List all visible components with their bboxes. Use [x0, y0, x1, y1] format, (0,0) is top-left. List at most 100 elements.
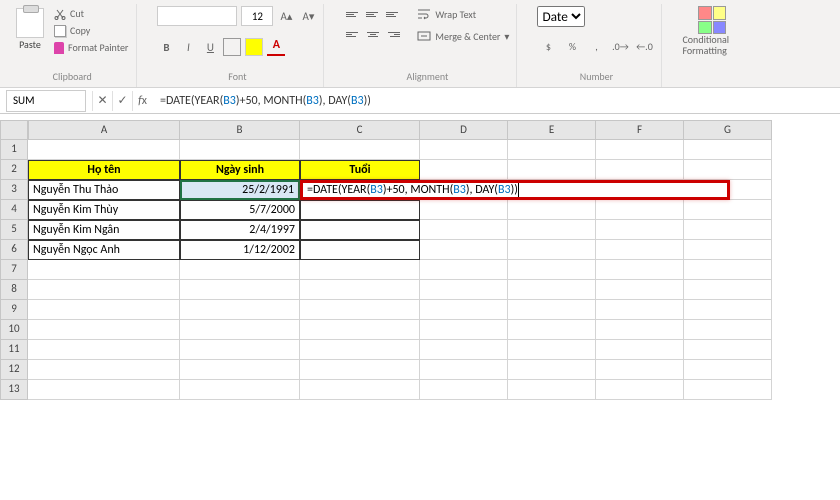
cell-dob[interactable]: 2/4/1997 — [180, 220, 300, 240]
border-button[interactable] — [223, 38, 241, 56]
cell[interactable] — [420, 360, 508, 380]
bold-button[interactable]: B — [157, 38, 175, 56]
select-all-corner[interactable] — [0, 120, 28, 140]
cell[interactable] — [300, 200, 420, 220]
cell[interactable] — [596, 240, 684, 260]
col-header-d[interactable]: D — [420, 120, 508, 140]
cell[interactable] — [508, 160, 596, 180]
cell[interactable] — [180, 320, 300, 340]
cell[interactable] — [596, 260, 684, 280]
cell-b3-selected[interactable]: 25/2/1991 — [180, 180, 300, 200]
cell[interactable] — [420, 240, 508, 260]
cell[interactable] — [684, 280, 772, 300]
name-box[interactable] — [6, 90, 86, 112]
cell[interactable] — [180, 360, 300, 380]
col-header-c[interactable]: C — [300, 120, 420, 140]
align-bottom-button[interactable] — [384, 6, 402, 22]
cell-dob[interactable]: 5/7/2000 — [180, 200, 300, 220]
cell[interactable] — [596, 220, 684, 240]
comma-button[interactable]: , — [585, 37, 607, 57]
currency-button[interactable]: $ — [537, 37, 559, 57]
cell[interactable] — [28, 280, 180, 300]
cell[interactable] — [420, 260, 508, 280]
enter-formula-button[interactable]: ✓ — [112, 91, 132, 111]
cell[interactable] — [420, 340, 508, 360]
cell-name[interactable]: Nguyễn Kim Thùy — [28, 200, 180, 220]
cell[interactable] — [596, 200, 684, 220]
cell[interactable] — [180, 300, 300, 320]
italic-button[interactable]: I — [179, 38, 197, 56]
fx-button[interactable]: fx — [132, 91, 152, 111]
cell[interactable] — [300, 280, 420, 300]
col-header-g[interactable]: G — [684, 120, 772, 140]
row-header[interactable]: 4 — [0, 200, 28, 220]
cell[interactable] — [300, 260, 420, 280]
cell[interactable] — [28, 320, 180, 340]
cell[interactable] — [684, 260, 772, 280]
cell[interactable] — [508, 220, 596, 240]
increase-font-button[interactable]: A▴ — [277, 7, 295, 25]
header-dob[interactable]: Ngày sinh — [180, 160, 300, 180]
number-format-select[interactable]: Date — [537, 6, 585, 27]
cell[interactable] — [180, 260, 300, 280]
col-header-a[interactable]: A — [28, 120, 180, 140]
cell[interactable] — [180, 340, 300, 360]
cell[interactable] — [28, 360, 180, 380]
header-name[interactable]: Họ tên — [28, 160, 180, 180]
cell[interactable] — [300, 360, 420, 380]
row-header[interactable]: 6 — [0, 240, 28, 260]
align-middle-button[interactable] — [364, 6, 382, 22]
cell[interactable] — [684, 360, 772, 380]
font-name-select[interactable] — [157, 6, 237, 26]
cell[interactable] — [420, 380, 508, 400]
cell[interactable] — [420, 140, 508, 160]
cell[interactable] — [596, 280, 684, 300]
cell[interactable] — [180, 140, 300, 160]
cell[interactable] — [508, 380, 596, 400]
cell[interactable] — [28, 140, 180, 160]
row-header[interactable]: 11 — [0, 340, 28, 360]
cell[interactable] — [684, 220, 772, 240]
row-header[interactable]: 13 — [0, 380, 28, 400]
cell-name[interactable]: Nguyễn Thu Thảo — [28, 180, 180, 200]
row-header[interactable]: 5 — [0, 220, 28, 240]
wrap-text-button[interactable]: Wrap Text — [416, 6, 510, 22]
cell[interactable] — [508, 320, 596, 340]
fill-color-button[interactable] — [245, 38, 263, 56]
cell[interactable] — [684, 380, 772, 400]
header-age[interactable]: Tuổi — [300, 160, 420, 180]
cell[interactable] — [420, 300, 508, 320]
decrease-decimal-button[interactable]: ←.0 — [633, 37, 655, 57]
cell-name[interactable]: Nguyễn Kim Ngân — [28, 220, 180, 240]
cell[interactable] — [684, 200, 772, 220]
cell[interactable] — [300, 380, 420, 400]
font-size-select[interactable] — [241, 6, 273, 26]
cell[interactable] — [28, 340, 180, 360]
cell[interactable] — [300, 320, 420, 340]
cell[interactable] — [684, 340, 772, 360]
cell[interactable] — [420, 280, 508, 300]
cell[interactable] — [300, 240, 420, 260]
cell[interactable] — [596, 360, 684, 380]
cell[interactable] — [596, 160, 684, 180]
conditional-formatting-button[interactable]: Conditional Formatting — [682, 6, 742, 56]
cell-editor-overlay[interactable]: =DATE(YEAR(B3)+50, MONTH(B3), DAY(B3)) — [300, 180, 730, 200]
cell[interactable] — [180, 380, 300, 400]
row-header[interactable]: 3 — [0, 180, 28, 200]
percent-button[interactable]: % — [561, 37, 583, 57]
cell[interactable] — [508, 340, 596, 360]
align-center-button[interactable] — [364, 26, 382, 42]
row-header[interactable]: 8 — [0, 280, 28, 300]
formula-input[interactable]: =DATE(YEAR(B3)+50, MONTH(B3), DAY(B3)) — [152, 92, 840, 110]
row-header[interactable]: 2 — [0, 160, 28, 180]
col-header-f[interactable]: F — [596, 120, 684, 140]
cell[interactable] — [420, 200, 508, 220]
cell-dob[interactable]: 1/12/2002 — [180, 240, 300, 260]
cell[interactable] — [180, 280, 300, 300]
copy-button[interactable]: Copy — [52, 23, 130, 38]
cell[interactable] — [508, 360, 596, 380]
cell[interactable] — [684, 160, 772, 180]
cell[interactable] — [28, 260, 180, 280]
col-header-b[interactable]: B — [180, 120, 300, 140]
align-left-button[interactable] — [344, 26, 362, 42]
